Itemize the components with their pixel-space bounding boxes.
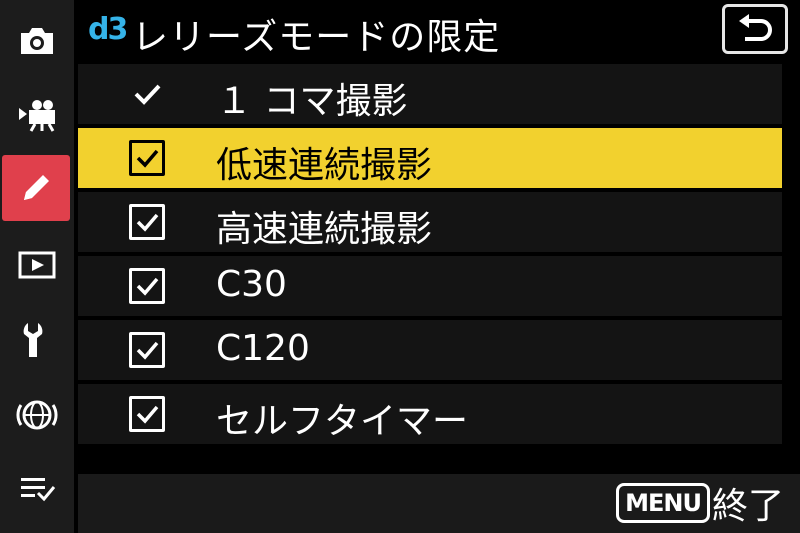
menu-code: d3 bbox=[88, 12, 128, 47]
sidebar-item-playback[interactable] bbox=[0, 232, 74, 298]
check-icon bbox=[136, 341, 159, 360]
playback-icon bbox=[18, 251, 56, 279]
option-label: １ コマ撮影 bbox=[216, 81, 408, 122]
option-label: C30 bbox=[216, 264, 287, 305]
check-icon bbox=[136, 149, 159, 168]
sidebar-item-my-menu[interactable] bbox=[0, 456, 74, 522]
header: d3 レリーズモードの限定 bbox=[78, 0, 800, 62]
sidebar-item-custom-settings[interactable] bbox=[2, 155, 70, 221]
tick-icon bbox=[134, 84, 161, 105]
sidebar bbox=[0, 0, 74, 533]
return-icon bbox=[739, 14, 772, 41]
back-button[interactable] bbox=[722, 4, 788, 54]
option-row-self-timer[interactable]: セルフタイマー bbox=[78, 384, 782, 444]
camera-icon bbox=[21, 28, 53, 54]
option-row-c120[interactable]: C120 bbox=[78, 320, 782, 380]
movie-camera-icon bbox=[19, 100, 55, 132]
option-label: C120 bbox=[216, 328, 310, 369]
menu-badge: MENU bbox=[616, 483, 710, 523]
option-row-high-speed-continuous[interactable]: 高速連続撮影 bbox=[78, 192, 782, 252]
option-label: セルフタイマー bbox=[216, 401, 469, 442]
option-checkbox[interactable] bbox=[129, 204, 165, 240]
option-checkbox[interactable] bbox=[129, 140, 165, 176]
network-icon bbox=[16, 400, 58, 430]
tick-mark bbox=[128, 75, 166, 113]
wrench-icon bbox=[23, 323, 43, 357]
option-list: １ コマ撮影 低速連続撮影 高速連続撮影 C30 C120 セルフタイマー bbox=[78, 62, 782, 472]
pencil-icon bbox=[24, 175, 49, 200]
option-label: 高速連続撮影 bbox=[216, 209, 433, 250]
option-checkbox[interactable] bbox=[129, 268, 165, 304]
check-icon bbox=[136, 405, 159, 424]
page-title: レリーズモードの限定 bbox=[132, 17, 501, 58]
option-row-single-frame[interactable]: １ コマ撮影 bbox=[78, 64, 782, 124]
option-checkbox[interactable] bbox=[129, 332, 165, 368]
option-row-c30[interactable]: C30 bbox=[78, 256, 782, 316]
menu-exit-button[interactable]: MENU 終了 bbox=[616, 480, 784, 527]
footer: MENU 終了 bbox=[78, 474, 800, 533]
option-row-low-speed-continuous[interactable]: 低速連続撮影 bbox=[78, 128, 782, 188]
sidebar-item-setup[interactable] bbox=[0, 307, 74, 373]
sidebar-item-network[interactable] bbox=[0, 382, 74, 448]
check-icon bbox=[136, 213, 159, 232]
scrollbar[interactable] bbox=[786, 62, 796, 472]
sidebar-item-movie-shooting[interactable] bbox=[0, 82, 74, 148]
option-label: 低速連続撮影 bbox=[216, 145, 433, 186]
check-icon bbox=[136, 277, 159, 296]
option-checkbox[interactable] bbox=[129, 396, 165, 432]
my-menu-icon bbox=[21, 478, 56, 502]
sidebar-item-photo-shooting[interactable] bbox=[0, 8, 74, 74]
exit-label: 終了 bbox=[711, 486, 784, 527]
